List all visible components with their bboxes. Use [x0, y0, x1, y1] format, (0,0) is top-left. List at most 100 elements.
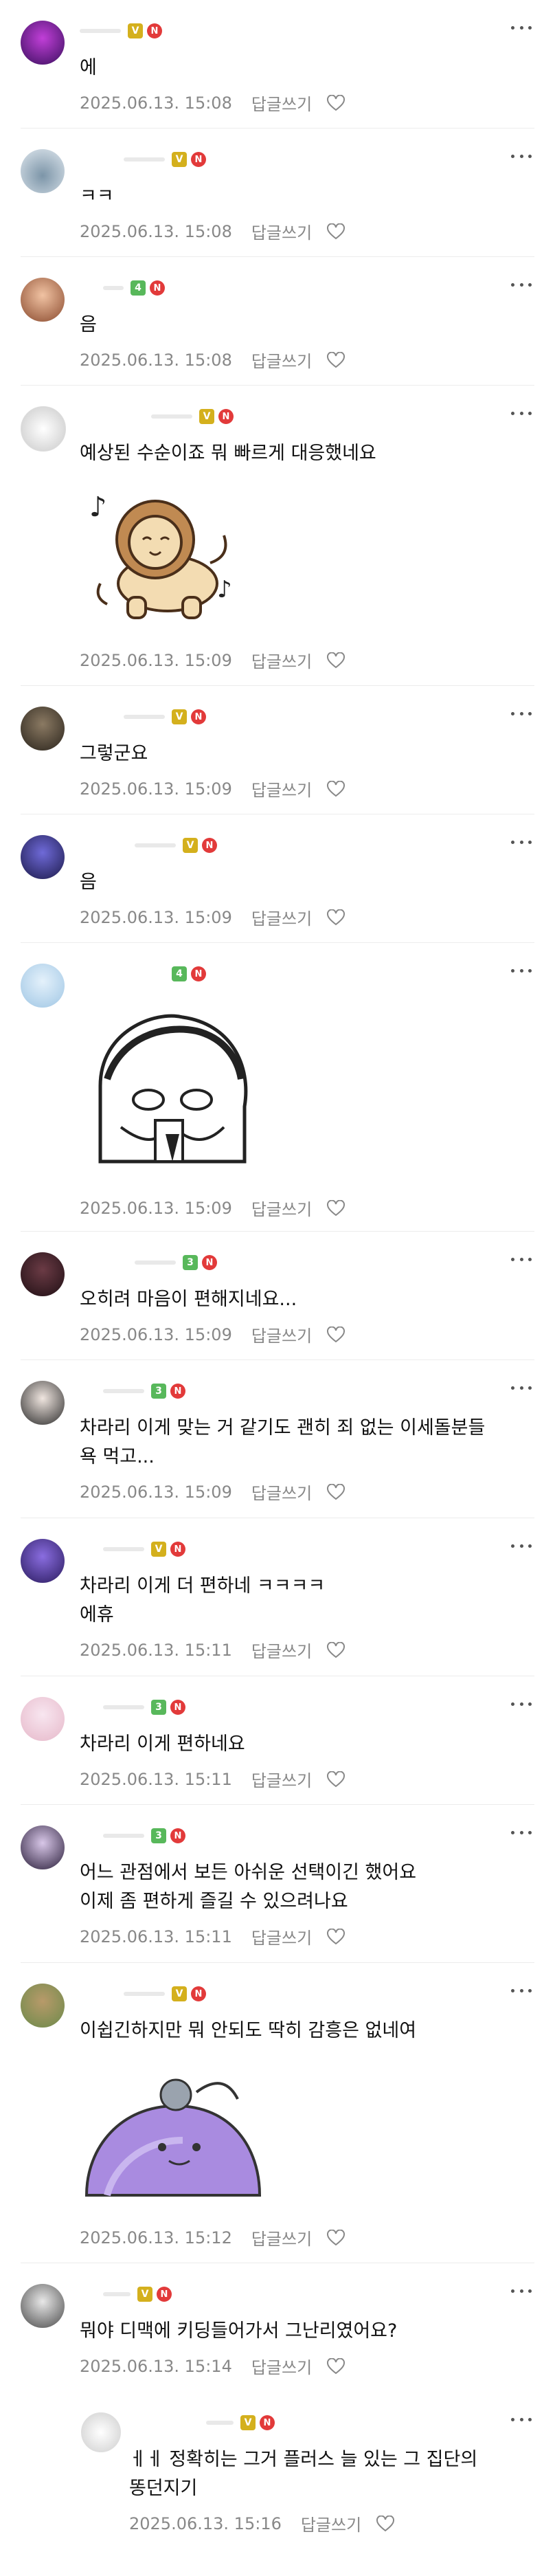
heart-icon[interactable] — [327, 351, 346, 368]
nickname[interactable] — [80, 29, 121, 33]
nickname[interactable] — [103, 1834, 144, 1838]
level-badge: 4 — [172, 966, 187, 981]
avatar[interactable] — [21, 707, 65, 751]
level-badge: 3 — [151, 1828, 166, 1843]
avatar[interactable] — [21, 149, 65, 193]
avatar[interactable] — [21, 406, 66, 452]
heart-icon[interactable] — [327, 909, 346, 926]
reply-button[interactable]: 답글쓰기 — [301, 2511, 361, 2535]
heart-icon[interactable] — [327, 2229, 346, 2246]
reply-item: V N ㅔㅔ 정확히는 그거 플러스 늘 있는 그 집단의 똥던지기 2025.… — [0, 2392, 555, 2576]
nickname[interactable] — [103, 2292, 131, 2296]
heart-icon[interactable] — [327, 780, 346, 797]
reply-button[interactable]: 답글쓰기 — [251, 1480, 312, 1504]
heart-icon[interactable] — [327, 1770, 346, 1788]
naver-badge: N — [191, 152, 206, 167]
avatar[interactable] — [21, 1984, 65, 2028]
comment-item: V N 에 2025.06.13. 15:08 답글쓰기 — [0, 0, 555, 129]
reply-button[interactable]: 답글쓰기 — [251, 1767, 312, 1791]
more-options-icon[interactable] — [511, 1252, 532, 1266]
more-options-icon[interactable] — [511, 1825, 532, 1839]
more-options-icon[interactable] — [511, 21, 532, 34]
comment-item: V N 이쉽긴하지만 뭐 안되도 딱히 감흥은 없네여 2025.06.13. … — [0, 1963, 555, 2263]
heart-icon[interactable] — [327, 94, 346, 111]
more-options-icon[interactable] — [511, 707, 532, 720]
more-options-icon[interactable] — [511, 278, 532, 291]
timestamp: 2025.06.13. 15:09 — [80, 1482, 232, 1502]
avatar[interactable] — [21, 964, 65, 1008]
more-options-icon[interactable] — [511, 1381, 532, 1395]
avatar[interactable] — [81, 2412, 121, 2452]
more-options-icon[interactable] — [511, 406, 532, 420]
avatar[interactable] — [21, 1697, 65, 1741]
nickname[interactable] — [151, 414, 192, 419]
more-options-icon[interactable] — [511, 1539, 532, 1553]
more-options-icon[interactable] — [511, 1697, 532, 1711]
heart-icon[interactable] — [327, 1483, 346, 1500]
timestamp: 2025.06.13. 15:09 — [80, 779, 232, 799]
avatar[interactable] — [21, 1825, 65, 1869]
avatar[interactable] — [21, 2284, 65, 2328]
timestamp: 2025.06.13. 15:09 — [80, 1198, 232, 1218]
author-info: 3 N — [103, 1828, 185, 1843]
comment-text: 예상된 수순이죠 뭐 빠르게 대응했네요 — [80, 443, 376, 464]
reply-button[interactable]: 답글쓰기 — [251, 348, 312, 372]
reply-button[interactable]: 답글쓰기 — [251, 648, 312, 672]
more-options-icon[interactable] — [511, 835, 532, 849]
more-options-icon[interactable] — [511, 2284, 532, 2298]
svg-text:♪: ♪ — [89, 491, 107, 523]
nickname[interactable] — [103, 1547, 144, 1551]
more-options-icon[interactable] — [511, 2412, 532, 2426]
nickname[interactable] — [103, 1705, 144, 1709]
nickname[interactable] — [135, 1261, 176, 1265]
timestamp: 2025.06.13. 15:12 — [80, 2228, 232, 2247]
reply-button[interactable]: 답글쓰기 — [251, 2225, 312, 2250]
reply-button[interactable]: 답글쓰기 — [251, 777, 312, 801]
author-info: V N — [124, 709, 206, 724]
avatar[interactable] — [21, 1539, 65, 1583]
heart-icon[interactable] — [327, 652, 346, 669]
more-options-icon[interactable] — [511, 964, 532, 977]
nickname[interactable] — [135, 843, 176, 847]
more-options-icon[interactable] — [511, 1984, 532, 1997]
nickname[interactable] — [124, 157, 165, 162]
heart-icon[interactable] — [327, 1199, 346, 1217]
reply-button[interactable]: 답글쓰기 — [251, 91, 312, 115]
heart-icon[interactable] — [376, 2515, 395, 2532]
avatar[interactable] — [21, 1252, 65, 1296]
comment-text: 뭐야 디맥에 키딩들어가서 그난리였어요? — [80, 2320, 398, 2342]
comment-meta: 2025.06.13. 15:09 답글쓰기 — [80, 648, 346, 672]
level-badge: V — [172, 709, 187, 724]
nickname[interactable] — [206, 2421, 234, 2425]
heart-icon[interactable] — [327, 1641, 346, 1658]
heart-icon[interactable] — [327, 1326, 346, 1343]
heart-icon[interactable] — [327, 223, 346, 240]
comment-meta: 2025.06.13. 15:09 답글쓰기 — [80, 1480, 346, 1504]
more-options-icon[interactable] — [511, 149, 532, 163]
nickname[interactable] — [103, 286, 124, 290]
reply-button[interactable]: 답글쓰기 — [251, 1638, 312, 1662]
reply-button[interactable]: 답글쓰기 — [251, 219, 312, 243]
reply-button[interactable]: 답글쓰기 — [251, 1196, 312, 1220]
avatar[interactable] — [21, 21, 65, 65]
author-info: V N — [103, 2287, 172, 2302]
reply-button[interactable]: 답글쓰기 — [251, 2354, 312, 2378]
heart-icon[interactable] — [327, 2357, 346, 2375]
avatar[interactable] — [21, 1381, 65, 1425]
heart-icon[interactable] — [327, 1928, 346, 1945]
author-info: V N — [124, 152, 206, 167]
comment-item: 3 N 오히려 마음이 편해지네요... 2025.06.13. 15:09 답… — [0, 1232, 555, 1360]
nickname[interactable] — [124, 715, 165, 719]
timestamp: 2025.06.13. 15:09 — [80, 1324, 232, 1344]
nickname[interactable] — [103, 1389, 144, 1393]
reply-button[interactable]: 답글쓰기 — [251, 1322, 312, 1346]
author-info: V N — [151, 409, 234, 424]
author-info: 4 N — [168, 966, 206, 981]
level-badge: V — [199, 409, 214, 424]
avatar[interactable] — [21, 835, 65, 879]
comment-text: 차라리 이게 더 편하네 ㅋㅋㅋㅋ 에휴 — [80, 1575, 326, 1625]
reply-button[interactable]: 답글쓰기 — [251, 1924, 312, 1948]
reply-button[interactable]: 답글쓰기 — [251, 905, 312, 929]
nickname[interactable] — [124, 1992, 165, 1996]
avatar[interactable] — [21, 278, 65, 322]
